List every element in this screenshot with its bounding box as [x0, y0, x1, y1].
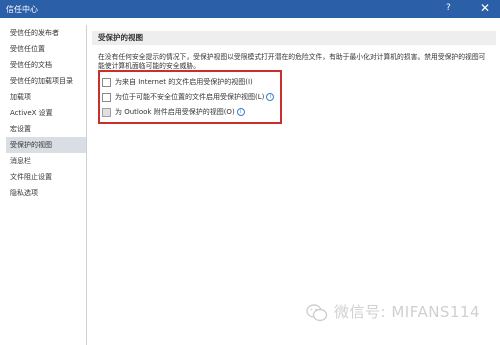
- checkbox[interactable]: [102, 92, 111, 102]
- main-content: 受保护的视图 在没有任何安全提示的情况下，受保护视图以受限模式打开潜在的危险文件…: [92, 25, 496, 345]
- sidebar-item-macro-settings[interactable]: 宏设置: [6, 121, 86, 137]
- sidebar-item-file-block-settings[interactable]: 文件阻止设置: [6, 169, 86, 185]
- option-label: 为 Outlook 附件启用受保护的视图(O): [115, 108, 235, 116]
- sidebar-item-activex-settings[interactable]: ActiveX 设置: [6, 105, 86, 121]
- wechat-icon: [306, 303, 328, 321]
- sidebar-item-protected-view[interactable]: 受保护的视图: [6, 137, 86, 153]
- option-internet-files[interactable]: 为来自 Internet 的文件启用受保护的视图(I): [102, 76, 253, 88]
- sidebar: 受信任的发布者 受信任位置 受信任的文档 受信任的加载项目录 加载项 Activ…: [6, 25, 87, 345]
- sidebar-item-privacy-options[interactable]: 隐私选项: [6, 185, 86, 201]
- sidebar-item-trusted-documents[interactable]: 受信任的文档: [6, 57, 86, 73]
- watermark-text: 微信号: MIFANS114: [334, 303, 481, 321]
- option-unsafe-locations[interactable]: 为位于可能不安全位置的文件启用受保护视图(L) i: [102, 91, 275, 103]
- sidebar-item-addins[interactable]: 加载项: [6, 89, 86, 105]
- option-label: 为位于可能不安全位置的文件启用受保护视图(L): [115, 93, 265, 101]
- close-button[interactable]: ✕: [480, 1, 490, 15]
- option-label: 为来自 Internet 的文件启用受保护的视图(I): [115, 78, 253, 86]
- watermark: 微信号: MIFANS114: [306, 302, 480, 322]
- sidebar-item-trusted-addin-catalogs[interactable]: 受信任的加载项目录: [6, 73, 86, 89]
- checkbox[interactable]: [102, 107, 111, 117]
- option-outlook-attachments[interactable]: 为 Outlook 附件启用受保护的视图(O) i: [102, 106, 245, 118]
- help-button[interactable]: ?: [446, 3, 451, 13]
- sidebar-item-trusted-locations[interactable]: 受信任位置: [6, 41, 86, 57]
- section-description: 在没有任何安全提示的情况下，受保护视图以受限模式打开潜在的危险文件，有助于最小化…: [98, 53, 486, 70]
- section-title: 受保护的视图: [92, 31, 496, 45]
- window-title: 信任中心: [6, 5, 38, 14]
- info-icon: i: [236, 108, 245, 116]
- checkbox[interactable]: [102, 77, 111, 87]
- sidebar-item-trusted-publishers[interactable]: 受信任的发布者: [6, 25, 86, 41]
- title-bar: 信任中心 ? ✕: [0, 0, 500, 18]
- sidebar-item-message-bar[interactable]: 消息栏: [6, 153, 86, 169]
- info-icon: i: [266, 93, 275, 101]
